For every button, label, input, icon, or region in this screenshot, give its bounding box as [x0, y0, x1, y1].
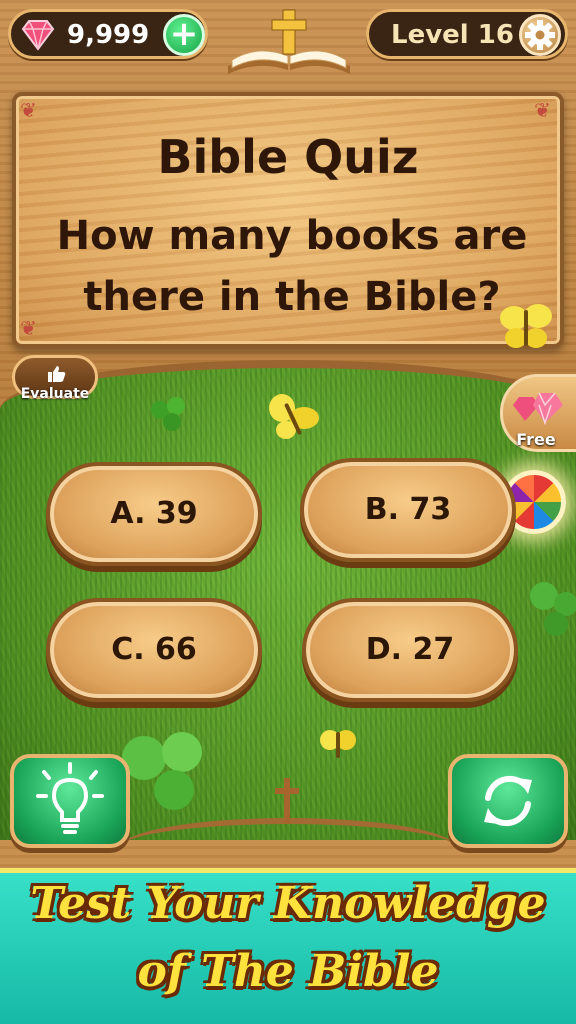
answer-label-a: A. 39: [110, 496, 198, 531]
refresh-icon: [484, 775, 532, 827]
butterfly-icon: [500, 304, 552, 348]
butterfly-icon: [269, 394, 319, 439]
evaluate-label: Evaluate: [20, 386, 90, 402]
banner-line-1: Test Your Knowledge: [30, 878, 546, 929]
free-label: Free: [516, 430, 556, 449]
corner-ornament-icon: ❦: [20, 98, 37, 122]
question-board: ❦ ❦ ❦ Bible Quiz How many books are ther…: [12, 92, 564, 348]
answer-button-b[interactable]: B. 73: [300, 458, 516, 562]
corner-ornament-icon: ❦: [534, 98, 551, 122]
question-line-1: How many books are: [56, 213, 528, 259]
quiz-title: Bible Quiz: [157, 130, 419, 184]
answer-label-d: D. 27: [365, 632, 455, 667]
lightbulb-icon: [36, 762, 104, 834]
level-label: Level 16: [391, 20, 514, 50]
cross-ornament-icon: [275, 778, 299, 824]
clover-icon: [122, 732, 202, 810]
clover-icon: [151, 397, 185, 431]
settings-button[interactable]: [519, 14, 561, 56]
question-text: How many books are there in the Bible?: [36, 206, 548, 328]
refresh-button[interactable]: [448, 754, 568, 848]
gems-pile-icon: [513, 392, 563, 425]
book-cross-icon: [228, 9, 350, 74]
level-indicator: Level 16: [366, 9, 568, 59]
gem-icon: [21, 20, 55, 51]
add-gems-button[interactable]: +: [163, 14, 205, 56]
answer-button-c[interactable]: C. 66: [46, 598, 262, 702]
gear-icon: [525, 20, 555, 50]
hint-button[interactable]: [10, 754, 130, 848]
answer-label-c: C. 66: [111, 632, 197, 667]
answer-button-d[interactable]: D. 27: [302, 598, 518, 702]
thumbs-up-icon: [48, 366, 66, 382]
gems-count: 9,999: [67, 20, 150, 50]
question-line-2: there in the Bible?: [83, 274, 501, 320]
clover-icon: [530, 582, 576, 636]
banner-line-2: of The Bible: [137, 946, 439, 997]
answer-button-a[interactable]: A. 39: [46, 462, 262, 566]
butterfly-icon: [320, 730, 356, 758]
answer-label-b: B. 73: [364, 492, 452, 527]
gems-counter: 9,999 +: [8, 9, 208, 59]
